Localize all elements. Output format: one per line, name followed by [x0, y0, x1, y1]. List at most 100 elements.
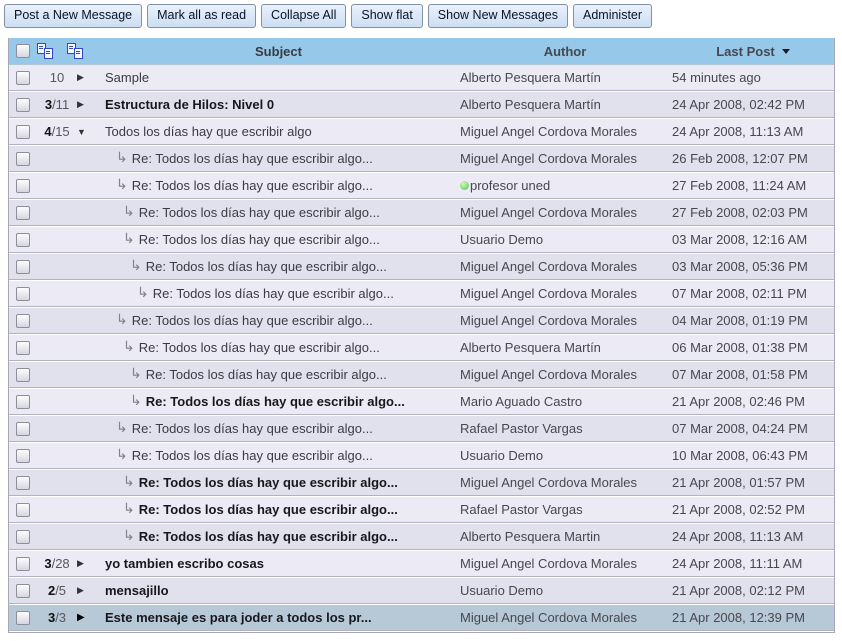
last-post-time: 03 Mar 2008, 05:36 PM — [670, 259, 834, 274]
row-checkbox[interactable] — [16, 98, 30, 112]
subject-link[interactable]: yo tambien escribo cosas — [105, 556, 264, 571]
messages-pages-icon-2[interactable] — [67, 43, 82, 59]
subject-link[interactable]: Sample — [105, 70, 149, 85]
message-row: 2/5 ▶ mensajillo Usuario Demo 21 Apr 200… — [9, 578, 834, 604]
row-checkbox[interactable] — [16, 71, 30, 85]
select-all-checkbox[interactable] — [16, 44, 30, 58]
row-checkbox[interactable] — [16, 341, 30, 355]
author: Alberto Pesquera Martín — [460, 70, 601, 85]
author: Miguel Angel Cordova Morales — [460, 313, 637, 328]
row-checkbox[interactable] — [16, 260, 30, 274]
messages-pages-icon-1[interactable] — [37, 43, 52, 59]
last-post-time: 06 Mar 2008, 01:38 PM — [670, 340, 834, 355]
row-checkbox[interactable] — [16, 503, 30, 517]
row-checkbox[interactable] — [16, 314, 30, 328]
author: Mario Aguado Castro — [460, 394, 582, 409]
last-post-time: 07 Mar 2008, 01:58 PM — [670, 367, 834, 382]
row-checkbox[interactable] — [16, 557, 30, 571]
thread-toggle-icon[interactable]: ▶ — [77, 72, 97, 83]
thread-toggle-icon[interactable]: ▼ — [77, 127, 97, 137]
subject-link[interactable]: Re: Todos los días hay que escribir algo… — [139, 475, 398, 490]
subject-link[interactable]: Estructura de Hilos: Nivel 0 — [105, 97, 274, 112]
row-checkbox[interactable] — [16, 287, 30, 301]
reply-arrow-icon: ↳ — [123, 206, 135, 216]
thread-toggle-icon[interactable]: ▶ — [77, 99, 97, 110]
last-post-label: Last Post — [716, 44, 775, 59]
last-post-time: 21 Apr 2008, 12:39 PM — [670, 610, 834, 625]
message-row: ↳ Re: Todos los días hay que escribir al… — [9, 254, 834, 280]
subject-link[interactable]: Re: Todos los días hay que escribir algo… — [139, 340, 380, 355]
reply-arrow-icon: ↳ — [123, 476, 135, 486]
thread-toggle-icon[interactable]: ▶ — [77, 612, 97, 623]
subject-link[interactable]: Re: Todos los días hay que escribir algo… — [132, 421, 373, 436]
reply-arrow-icon: ↳ — [130, 260, 142, 270]
last-post-time: 10 Mar 2008, 06:43 PM — [670, 448, 834, 463]
subject-link[interactable]: Re: Todos los días hay que escribir algo… — [132, 313, 373, 328]
column-header-author[interactable]: Author — [460, 44, 670, 59]
subject-link[interactable]: Re: Todos los días hay que escribir algo… — [132, 151, 373, 166]
post-a-new-message-button[interactable]: Post a New Message — [4, 4, 142, 28]
subject-link[interactable]: Re: Todos los días hay que escribir algo… — [139, 232, 380, 247]
subject-link[interactable]: Re: Todos los días hay que escribir algo… — [146, 259, 387, 274]
subject-link[interactable]: Re: Todos los días hay que escribir algo… — [132, 448, 373, 463]
row-checkbox[interactable] — [16, 395, 30, 409]
mark-all-as-read-button[interactable]: Mark all as read — [147, 4, 256, 28]
subject-link[interactable]: Re: Todos los días hay que escribir algo… — [139, 529, 398, 544]
author: Miguel Angel Cordova Morales — [460, 610, 637, 625]
row-checkbox[interactable] — [16, 476, 30, 490]
column-header-last-post[interactable]: Last Post — [670, 44, 834, 59]
row-checkbox[interactable] — [16, 530, 30, 544]
subject-link[interactable]: Re: Todos los días hay que escribir algo… — [146, 367, 387, 382]
row-checkbox[interactable] — [16, 152, 30, 166]
collapse-all-button[interactable]: Collapse All — [261, 4, 346, 28]
author: Miguel Angel Cordova Morales — [460, 205, 637, 220]
row-checkbox[interactable] — [16, 422, 30, 436]
column-header-subject[interactable]: Subject — [97, 44, 460, 59]
author: Rafael Pastor Vargas — [460, 421, 583, 436]
last-post-time: 24 Apr 2008, 11:11 AM — [670, 556, 834, 571]
message-row: 10 ▶ Sample Alberto Pesquera Martín 54 m… — [9, 65, 834, 91]
reply-arrow-icon: ↳ — [116, 179, 128, 189]
row-checkbox[interactable] — [16, 125, 30, 139]
message-count: 3/28 — [37, 556, 77, 571]
last-post-time: 24 Apr 2008, 11:13 AM — [670, 124, 834, 139]
row-checkbox[interactable] — [16, 584, 30, 598]
message-row: ↳ Re: Todos los días hay que escribir al… — [9, 470, 834, 496]
row-checkbox[interactable] — [16, 179, 30, 193]
reply-arrow-icon: ↳ — [123, 233, 135, 243]
message-row: ↳ Re: Todos los días hay que escribir al… — [9, 443, 834, 469]
message-count: 2/5 — [37, 583, 77, 598]
show-new-messages-button[interactable]: Show New Messages — [428, 4, 568, 28]
message-row: ↳ Re: Todos los días hay que escribir al… — [9, 497, 834, 523]
row-checkbox[interactable] — [16, 206, 30, 220]
subject-link[interactable]: Re: Todos los días hay que escribir algo… — [139, 502, 398, 517]
show-flat-button[interactable]: Show flat — [351, 4, 422, 28]
sort-desc-icon — [782, 49, 790, 54]
subject-link[interactable]: Todos los días hay que escribir algo — [105, 124, 312, 139]
message-row: ↳ Re: Todos los días hay que escribir al… — [9, 308, 834, 334]
administer-button[interactable]: Administer — [573, 4, 652, 28]
message-row: ↳ Re: Todos los días hay que escribir al… — [9, 281, 834, 307]
subject-link[interactable]: mensajillo — [105, 583, 169, 598]
reply-arrow-icon: ↳ — [130, 395, 142, 405]
row-checkbox[interactable] — [16, 368, 30, 382]
subject-link[interactable]: Re: Todos los días hay que escribir algo… — [139, 205, 380, 220]
last-post-time: 24 Apr 2008, 11:13 AM — [670, 529, 834, 544]
subject-link[interactable]: Re: Todos los días hay que escribir algo… — [146, 394, 405, 409]
subject-link[interactable]: Re: Todos los días hay que escribir algo… — [153, 286, 394, 301]
thread-toggle-icon[interactable]: ▶ — [77, 585, 97, 596]
row-checkbox[interactable] — [16, 233, 30, 247]
thread-toggle-icon[interactable]: ▶ — [77, 558, 97, 569]
message-row: ↳ Re: Todos los días hay que escribir al… — [9, 362, 834, 388]
last-post-time: 21 Apr 2008, 02:12 PM — [670, 583, 834, 598]
subject-link[interactable]: Re: Todos los días hay que escribir algo… — [132, 178, 373, 193]
subject-link[interactable]: Este mensaje es para joder a todos los p… — [105, 610, 372, 625]
row-checkbox[interactable] — [16, 449, 30, 463]
author: Usuario Demo — [460, 583, 543, 598]
last-post-time: 21 Apr 2008, 01:57 PM — [670, 475, 834, 490]
last-post-time: 54 minutes ago — [670, 70, 834, 85]
reply-arrow-icon: ↳ — [116, 422, 128, 432]
row-checkbox[interactable] — [16, 611, 30, 625]
message-row: ↳ Re: Todos los días hay que escribir al… — [9, 227, 834, 253]
reply-arrow-icon: ↳ — [130, 368, 142, 378]
